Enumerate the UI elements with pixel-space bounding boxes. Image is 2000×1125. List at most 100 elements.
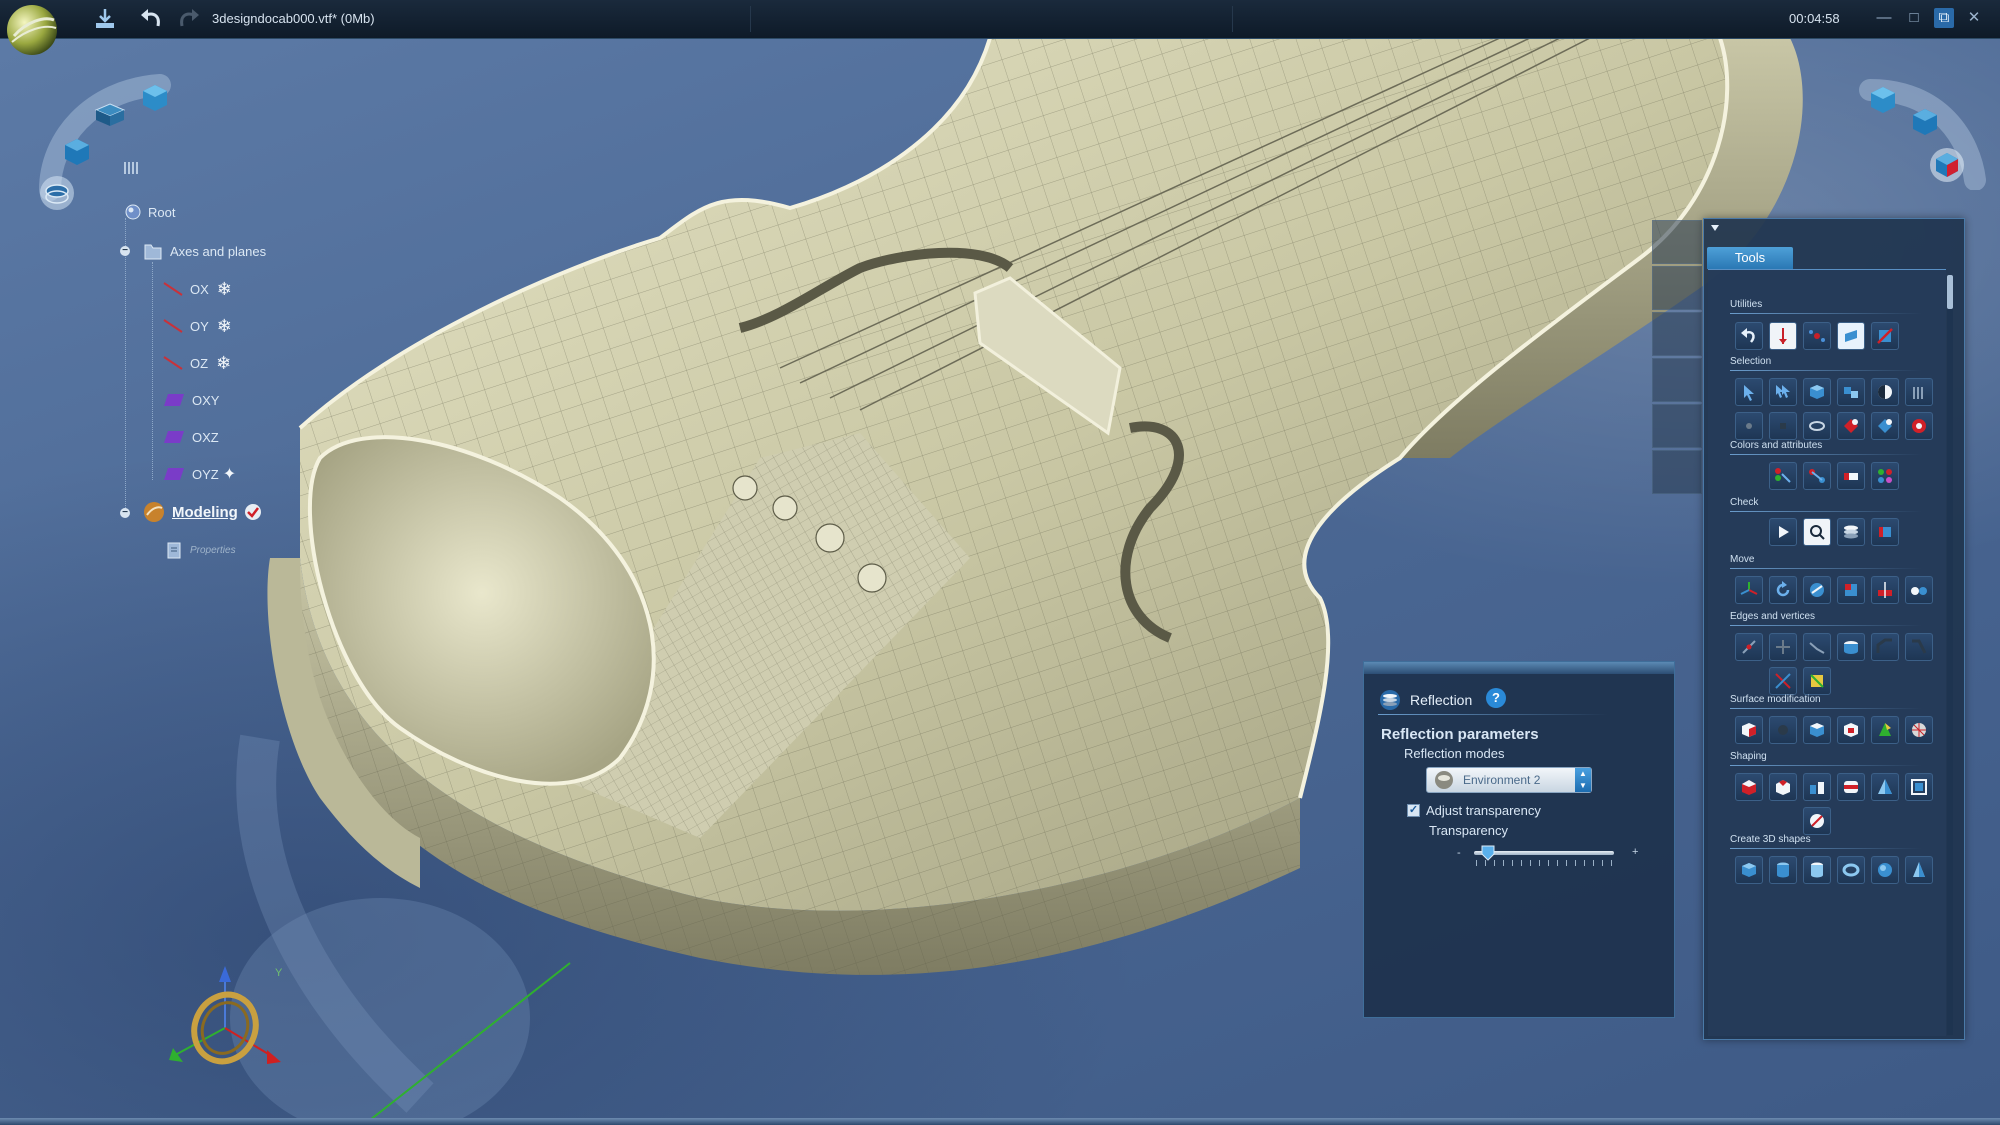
scrollbar-thumb[interactable] xyxy=(1947,275,1953,309)
tools-scrollbar[interactable] xyxy=(1947,275,1953,1035)
sphere-shape-icon[interactable] xyxy=(1871,856,1899,884)
tree-modeling[interactable]: Modeling xyxy=(142,499,262,525)
tree-item-oyz[interactable]: OYZ ✦ xyxy=(162,461,236,487)
slider-thumb[interactable] xyxy=(1481,845,1495,861)
mirror-move-icon[interactable] xyxy=(1871,576,1899,604)
sculpt-icon[interactable] xyxy=(1769,773,1797,801)
reflection-tool-icon[interactable] xyxy=(1837,518,1865,546)
freeze-icon[interactable]: ❄ xyxy=(217,279,232,300)
texture-icon[interactable] xyxy=(1837,462,1865,490)
lattice-icon[interactable] xyxy=(1905,773,1933,801)
app-logo[interactable] xyxy=(4,2,60,58)
smooth-icon[interactable] xyxy=(1769,716,1797,744)
select-invert-icon[interactable] xyxy=(1871,378,1899,406)
tree-item-oz[interactable]: OZ ❄ xyxy=(162,350,231,376)
freeze-icon[interactable]: ❄ xyxy=(217,316,232,337)
twist-icon[interactable] xyxy=(1837,773,1865,801)
tree-item-ox[interactable]: OX ❄ xyxy=(162,276,232,302)
subdivide-icon[interactable] xyxy=(1803,716,1831,744)
collapse-modeling-toggle[interactable]: − xyxy=(120,508,130,518)
tree-item-oy[interactable]: OY ❄ xyxy=(162,313,232,339)
select-loop-icon[interactable] xyxy=(1803,412,1831,440)
tab-tools[interactable]: Tools xyxy=(1707,247,1793,269)
recent-tool-button[interactable] xyxy=(1652,358,1702,402)
select-clear-icon[interactable] xyxy=(1905,412,1933,440)
edge-loop-icon[interactable] xyxy=(1837,633,1865,661)
select-edge-icon[interactable] xyxy=(1769,412,1797,440)
layers-color-icon[interactable] xyxy=(1871,462,1899,490)
tree-item-oxz[interactable]: OXZ xyxy=(162,424,219,450)
select-group-icon[interactable] xyxy=(1837,378,1865,406)
select-multi-icon[interactable] xyxy=(1769,378,1797,406)
recent-tool-button[interactable] xyxy=(1652,312,1702,356)
save-icon[interactable] xyxy=(92,6,118,32)
violin-model[interactable] xyxy=(0,38,2000,1120)
fullscreen-button[interactable]: ⧉ xyxy=(1934,8,1954,28)
select-remove-icon[interactable] xyxy=(1871,412,1899,440)
grid-toggle-icon[interactable] xyxy=(124,162,138,174)
close-button[interactable]: ✕ xyxy=(1964,8,1984,28)
view-cube-icon[interactable] xyxy=(140,82,170,112)
select-add-icon[interactable] xyxy=(1837,412,1865,440)
select-bars-icon[interactable] xyxy=(1905,378,1933,406)
crease-icon[interactable] xyxy=(1905,633,1933,661)
recent-tool-button[interactable] xyxy=(1652,266,1702,310)
panel-collapse-arrow[interactable] xyxy=(1711,225,1719,231)
relax-icon[interactable] xyxy=(1871,716,1899,744)
edge-slide-icon[interactable] xyxy=(1803,633,1831,661)
tree-root[interactable]: Root xyxy=(124,199,175,225)
bend-icon[interactable] xyxy=(1803,773,1831,801)
view-front-icon[interactable] xyxy=(62,136,92,166)
cylinder-shape-icon[interactable] xyxy=(1769,856,1797,884)
axis-triad[interactable]: Y xyxy=(155,958,295,1088)
vertex-add-icon[interactable] xyxy=(1769,633,1797,661)
3d-viewport[interactable]: Y xyxy=(0,38,2000,1120)
select-object-icon[interactable] xyxy=(1803,378,1831,406)
extrude-icon[interactable] xyxy=(1735,716,1763,744)
edge-cut-icon[interactable] xyxy=(1735,633,1763,661)
move-axes-icon[interactable] xyxy=(1735,576,1763,604)
chamfer-icon[interactable] xyxy=(1803,667,1831,695)
push-pull-icon[interactable] xyxy=(1735,773,1763,801)
cone-shape-icon[interactable] xyxy=(1905,856,1933,884)
color-picker-icon[interactable] xyxy=(1769,462,1797,490)
hide-tool-icon[interactable] xyxy=(1871,322,1899,350)
undo-tool-icon[interactable] xyxy=(1735,322,1763,350)
select-spinner[interactable]: ▲ ▼ xyxy=(1575,768,1591,792)
align-icon[interactable] xyxy=(1837,576,1865,604)
select-arrow-icon[interactable] xyxy=(1735,378,1763,406)
tree-axes-and-planes[interactable]: Axes and planes xyxy=(142,238,266,264)
mesh-sphere-icon[interactable] xyxy=(1905,716,1933,744)
help-icon[interactable]: ? xyxy=(1486,688,1506,708)
material-icon[interactable] xyxy=(1803,462,1831,490)
freeze-icon[interactable]: ❄ xyxy=(216,353,231,374)
maximize-button[interactable]: □ xyxy=(1904,8,1924,28)
deform-icon[interactable] xyxy=(1905,576,1933,604)
recent-tool-button[interactable] xyxy=(1652,220,1702,264)
knife-icon[interactable] xyxy=(1803,807,1831,835)
torus-shape-icon[interactable] xyxy=(1837,856,1865,884)
inspect-zoom-icon[interactable] xyxy=(1803,518,1831,546)
bevel-icon[interactable] xyxy=(1871,633,1899,661)
inset-icon[interactable] xyxy=(1837,716,1865,744)
view-persp-icon[interactable] xyxy=(1930,148,1964,182)
recent-tool-button[interactable] xyxy=(1652,450,1702,494)
curvature-icon[interactable] xyxy=(1871,518,1899,546)
collapse-axes-toggle[interactable]: − xyxy=(120,246,130,256)
weld-icon[interactable] xyxy=(1769,667,1797,695)
check-play-icon[interactable] xyxy=(1769,518,1797,546)
plane-tool-icon[interactable] xyxy=(1837,322,1865,350)
tree-item-oxy[interactable]: OXY xyxy=(162,387,219,413)
select-vertex-icon[interactable] xyxy=(1735,412,1763,440)
view-bottom-icon[interactable] xyxy=(40,176,74,210)
measure-tool-icon[interactable] xyxy=(1769,322,1797,350)
adjust-transparency-checkbox[interactable]: ✓ xyxy=(1407,804,1420,817)
redo-icon[interactable] xyxy=(176,6,202,32)
light-icon[interactable]: ✦ xyxy=(223,464,236,484)
cube-shape-icon[interactable] xyxy=(1735,856,1763,884)
rotate-icon[interactable] xyxy=(1769,576,1797,604)
reflection-mode-select[interactable]: Environment 2 ▲ ▼ xyxy=(1426,767,1592,793)
minimize-button[interactable]: — xyxy=(1874,8,1894,28)
taper-icon[interactable] xyxy=(1871,773,1899,801)
view-top-icon[interactable] xyxy=(94,100,126,130)
